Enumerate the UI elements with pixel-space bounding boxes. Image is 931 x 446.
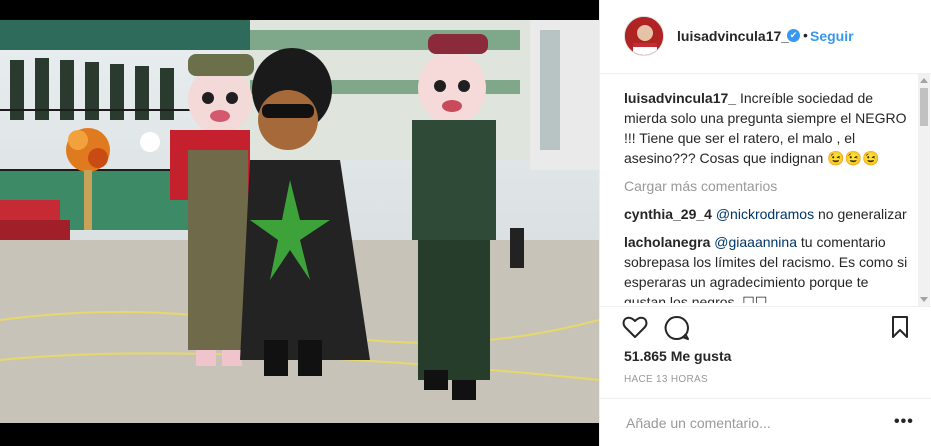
likes-count[interactable]: 51.865 Me gusta <box>624 348 731 364</box>
avatar[interactable] <box>624 16 664 56</box>
comment-icon[interactable] <box>664 315 690 341</box>
post-actions <box>600 306 931 346</box>
photo-illustration <box>0 20 599 423</box>
comment-mention[interactable]: @nickrodramos <box>716 206 814 222</box>
comment-username[interactable]: cynthia_29_4 <box>624 206 712 222</box>
comment-text: no generalizar <box>817 206 907 222</box>
avatar-image <box>625 17 663 55</box>
heart-icon[interactable] <box>622 315 648 339</box>
bookmark-icon[interactable] <box>890 315 910 339</box>
list-item: lacholanegra @giaaannina tu comentario s… <box>624 232 910 303</box>
verified-badge-icon: ✔ <box>787 29 800 42</box>
comment-input[interactable] <box>624 411 878 435</box>
comment-username[interactable]: lacholanegra <box>624 234 710 250</box>
post-header: luisadvincula17_ ✔ • Seguir <box>600 0 931 74</box>
post-photo[interactable] <box>0 20 599 423</box>
list-item: cynthia_29_4 @nickrodramos no generaliza… <box>624 204 910 224</box>
caption: luisadvincula17_ Increíble sociedad de m… <box>624 88 910 168</box>
scrollbar-thumb[interactable] <box>920 88 928 126</box>
follow-button[interactable]: Seguir <box>810 28 854 44</box>
post-timestamp[interactable]: HACE 13 HORAS <box>624 374 708 385</box>
comments-scrollbar[interactable] <box>918 74 930 306</box>
add-comment-bar: ••• <box>600 398 931 446</box>
comments-list: luisadvincula17_ Increíble sociedad de m… <box>624 88 910 303</box>
post-image-container <box>0 0 599 446</box>
separator-dot: • <box>803 27 808 43</box>
more-options-icon[interactable]: ••• <box>894 413 914 431</box>
post-username[interactable]: luisadvincula17_ <box>677 28 789 44</box>
post-side-panel: luisadvincula17_ ✔ • Seguir luisadvincul… <box>599 0 931 446</box>
scroll-up-arrow-icon[interactable] <box>920 78 928 83</box>
load-more-comments-button[interactable]: Cargar más comentarios <box>624 176 910 196</box>
comment-mention[interactable]: @giaaannina <box>714 234 797 250</box>
caption-username[interactable]: luisadvincula17_ <box>624 90 736 106</box>
scroll-down-arrow-icon[interactable] <box>920 297 928 302</box>
